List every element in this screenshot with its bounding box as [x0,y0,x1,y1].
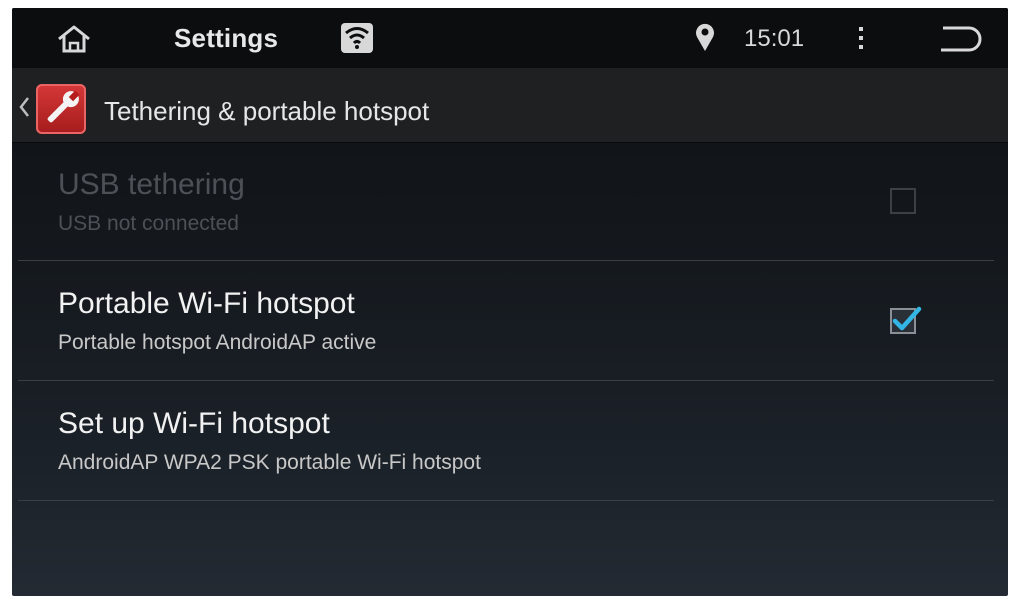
clock-time: 15:01 [744,25,805,52]
status-bar: Settings 15:01 [12,8,1008,68]
back-icon[interactable] [937,24,983,54]
location-icon [694,22,716,52]
portable-hotspot-checkbox[interactable] [888,305,922,335]
list-item-usb-tethering[interactable]: USB tethering USB not connected [12,142,1008,260]
list-divider [18,500,994,501]
item-title: USB tethering [58,168,245,201]
home-icon[interactable] [56,24,92,54]
action-bar: Tethering & portable hotspot [12,68,1008,143]
overflow-menu-icon[interactable] [854,24,868,52]
item-title: Portable Wi-Fi hotspot [58,287,355,320]
device-screen: Settings 15:01 Tethering & portable hots… [12,8,1008,596]
wifi-icon [340,22,374,54]
settings-wrench-icon[interactable] [36,84,86,134]
app-title: Settings [174,23,279,53]
up-chevron-icon[interactable] [18,96,30,118]
item-title: Set up Wi-Fi hotspot [58,407,330,440]
item-summary: AndroidAP WPA2 PSK portable Wi-Fi hotspo… [58,451,481,474]
usb-tethering-checkbox[interactable] [888,186,918,216]
list-item-setup-hotspot[interactable]: Set up Wi-Fi hotspot AndroidAP WPA2 PSK … [12,381,1008,499]
page-title: Tethering & portable hotspot [104,96,430,126]
item-summary: USB not connected [58,212,239,235]
item-summary: Portable hotspot AndroidAP active [58,331,377,354]
list-item-portable-hotspot[interactable]: Portable Wi-Fi hotspot Portable hotspot … [12,261,1008,379]
